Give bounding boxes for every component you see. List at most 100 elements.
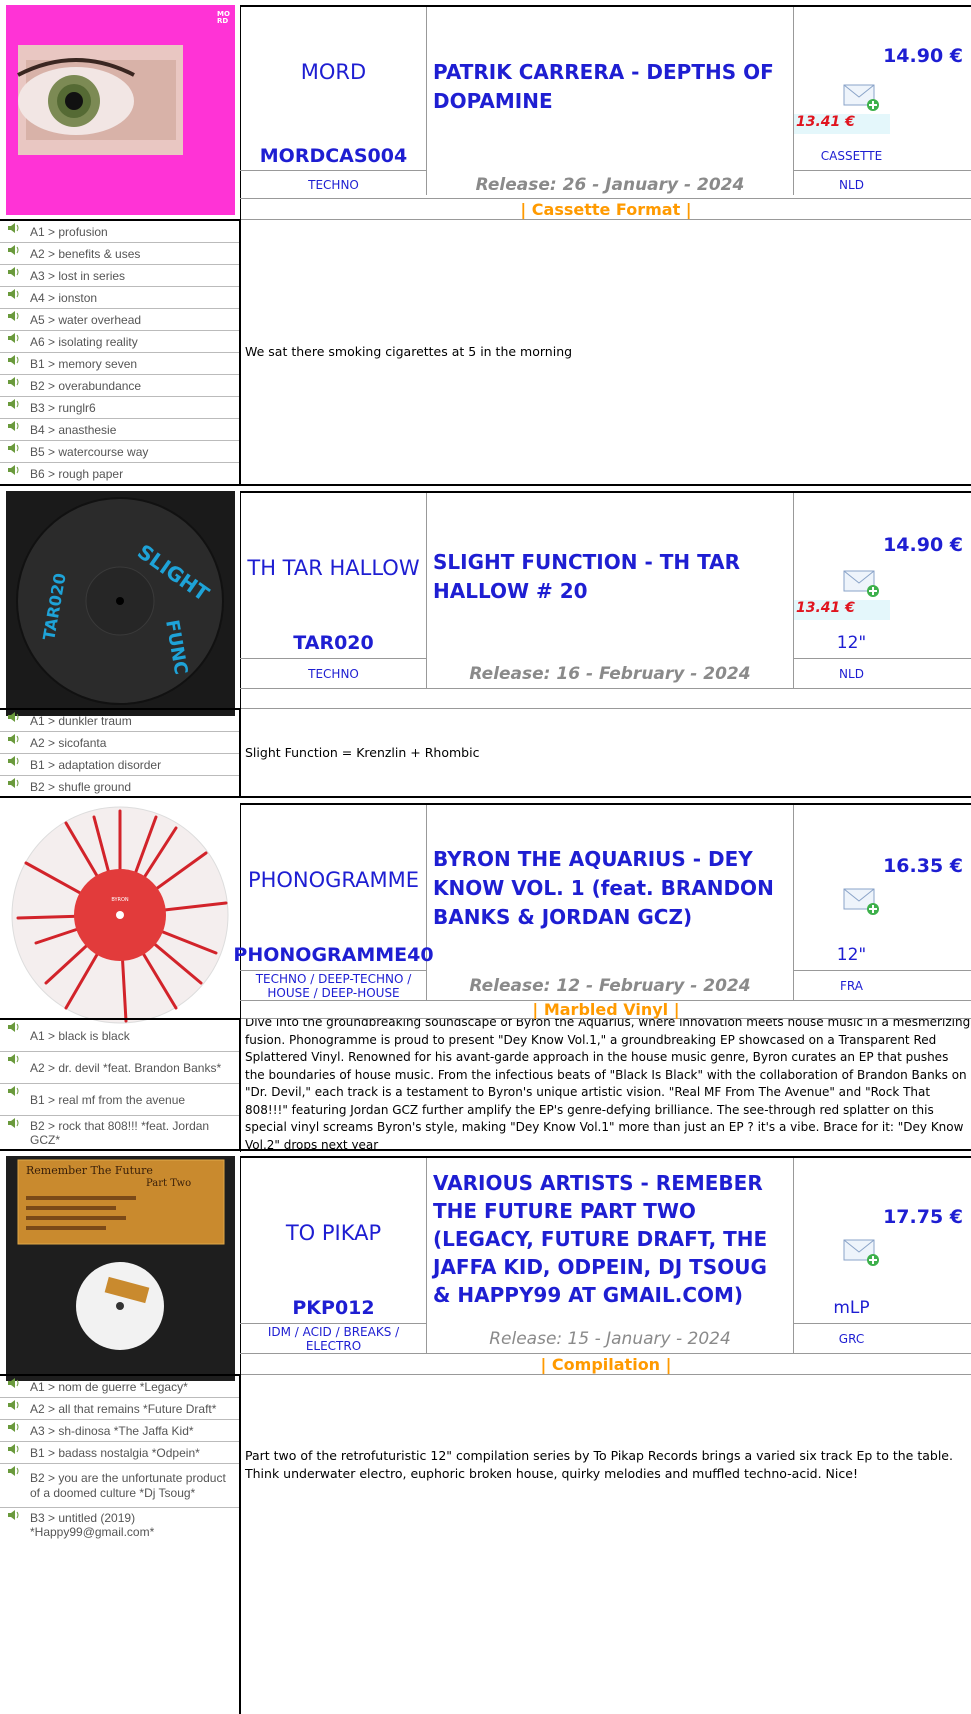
label-name[interactable]: TO PIKAP <box>241 1158 426 1308</box>
track[interactable]: A3 > lost in series <box>0 265 239 287</box>
speaker-icon[interactable] <box>7 222 21 234</box>
track[interactable]: B1 > badass nostalgia *Odpein* <box>0 1442 239 1464</box>
speaker-icon[interactable] <box>7 288 21 300</box>
track[interactable]: A2 > sicofanta <box>0 732 239 754</box>
speaker-icon[interactable] <box>7 266 21 278</box>
price[interactable]: 14.90 € <box>794 45 971 67</box>
speaker-icon[interactable] <box>7 442 21 454</box>
speaker-icon[interactable] <box>7 1399 21 1411</box>
country: FRA <box>840 978 863 993</box>
speaker-icon[interactable] <box>7 1377 21 1389</box>
cover-image[interactable]: SLIGHT FUNC TAR020 <box>6 491 235 716</box>
speaker-icon[interactable] <box>7 1085 21 1097</box>
catalog-number[interactable]: PHONOGRAMME40 <box>233 940 433 970</box>
format: 12" <box>836 945 867 965</box>
track[interactable]: A2 > all that remains *Future Draft* <box>0 1398 239 1420</box>
speaker-icon[interactable] <box>7 354 21 366</box>
cover-image[interactable]: MO RD <box>6 5 235 215</box>
speaker-icon[interactable] <box>7 376 21 388</box>
release-title[interactable]: VARIOUS ARTISTS - REMEBER THE FUTURE PAR… <box>427 1169 793 1309</box>
release-title[interactable]: BYRON THE AQUARIUS - DEY KNOW VOL. 1 (fe… <box>427 845 793 932</box>
track-title: A3 > sh-dinosa *The Jaffa Kid* <box>30 1423 194 1438</box>
speaker-icon[interactable] <box>7 398 21 410</box>
description: Part two of the retrofuturistic 12" comp… <box>245 1448 953 1481</box>
speaker-icon[interactable] <box>7 755 21 767</box>
track[interactable]: B3 > runglr6 <box>0 397 239 419</box>
speaker-icon[interactable] <box>7 1421 21 1433</box>
speaker-icon[interactable] <box>7 420 21 432</box>
track[interactable]: A6 > isolating reality <box>0 331 239 353</box>
release-title[interactable]: PATRIK CARRERA - DEPTHS OF DOPAMINE <box>427 58 793 116</box>
price[interactable]: 17.75 € <box>794 1206 971 1228</box>
price[interactable]: 14.90 € <box>794 534 971 556</box>
cover-image[interactable]: Remember The Future Part Two <box>6 1156 235 1381</box>
track[interactable]: A4 > ionston <box>0 287 239 309</box>
label-name[interactable]: TH TAR HALLOW <box>241 493 426 643</box>
catalog-number[interactable]: PKP012 <box>241 1293 426 1323</box>
speaker-icon[interactable] <box>7 1509 21 1521</box>
speaker-icon[interactable] <box>7 1465 21 1477</box>
track[interactable]: B2 > rock that 808!!! *feat. Jordan GCZ* <box>0 1116 239 1150</box>
compilation-artwork: Remember The Future Part Two <box>6 1156 235 1381</box>
splatter-vinyl-artwork: BYRON <box>11 806 229 1024</box>
genre[interactable]: TECHNO <box>241 171 426 198</box>
cover-title: Remember The Future <box>26 1164 153 1177</box>
add-to-cart-icon[interactable] <box>843 568 879 598</box>
add-to-cart-icon[interactable] <box>843 1237 879 1267</box>
track-title: B1 > adaptation disorder <box>30 757 162 772</box>
genre[interactable]: TECHNO <box>241 659 426 688</box>
speaker-icon[interactable] <box>7 1443 21 1455</box>
track[interactable]: B3 > untitled (2019) *Happy99@gmail.com* <box>0 1508 239 1542</box>
track[interactable]: A3 > sh-dinosa *The Jaffa Kid* <box>0 1420 239 1442</box>
genre[interactable]: IDM / ACID / BREAKS / ELECTRO <box>241 1324 426 1353</box>
track[interactable]: B4 > anasthesie <box>0 419 239 441</box>
track[interactable]: B2 > overabundance <box>0 375 239 397</box>
format-note <box>241 689 971 708</box>
speaker-icon[interactable] <box>7 332 21 344</box>
price[interactable]: 16.35 € <box>794 855 971 877</box>
track[interactable]: A1 > black is black <box>0 1020 239 1052</box>
speaker-icon[interactable] <box>7 464 21 476</box>
speaker-icon[interactable] <box>7 711 21 723</box>
track[interactable]: B5 > watercourse way <box>0 441 239 463</box>
release-card: Remember The Future Part Two TO PIKAP VA… <box>0 1151 971 1714</box>
track-title: B1 > memory seven <box>30 356 138 371</box>
format-note: | Marbled Vinyl | <box>532 1000 680 1019</box>
cover-image[interactable]: BYRON <box>6 803 235 1028</box>
speaker-icon[interactable] <box>7 1117 21 1129</box>
format: 12" <box>836 633 867 653</box>
genre[interactable]: TECHNO / DEEP-TECHNO / HOUSE / DEEP-HOUS… <box>241 971 426 1000</box>
speaker-icon[interactable] <box>7 733 21 745</box>
track[interactable]: A2 > dr. devil *feat. Brandon Banks* <box>0 1052 239 1084</box>
speaker-icon[interactable] <box>7 1021 21 1033</box>
track-title: B3 > untitled (2019) *Happy99@gmail.com* <box>30 1511 155 1539</box>
track[interactable]: B1 > adaptation disorder <box>0 754 239 776</box>
add-to-cart-icon[interactable] <box>843 82 879 112</box>
track[interactable]: A2 > benefits & uses <box>0 243 239 265</box>
release-title[interactable]: SLIGHT FUNCTION - TH TAR HALLOW # 20 <box>427 548 793 606</box>
track-title: A1 > black is black <box>30 1028 130 1043</box>
speaker-icon[interactable] <box>7 1053 21 1065</box>
discount-price: 13.41 € <box>794 600 890 620</box>
track[interactable]: A5 > water overhead <box>0 309 239 331</box>
track[interactable]: B1 > memory seven <box>0 353 239 375</box>
track[interactable]: A1 > dunkler traum <box>0 710 239 732</box>
track[interactable]: A1 > nom de guerre *Legacy* <box>0 1376 239 1398</box>
track[interactable]: B2 > you are the unfortunate product of … <box>0 1464 239 1508</box>
catalog-number[interactable]: MORDCAS004 <box>241 141 426 170</box>
release-card: MO RD MORD PATRIK CARRERA - DEPTHS OF DO… <box>0 0 971 486</box>
label-name[interactable]: PHONOGRAMME <box>241 805 426 955</box>
speaker-icon[interactable] <box>7 310 21 322</box>
add-to-cart-icon[interactable] <box>843 886 879 916</box>
speaker-icon[interactable] <box>7 777 21 789</box>
track-title: A1 > dunkler traum <box>30 713 132 728</box>
catalog-number[interactable]: TAR020 <box>241 628 426 658</box>
format: mLP <box>833 1298 870 1318</box>
track[interactable]: A1 > profusion <box>0 221 239 243</box>
track[interactable]: B6 > rough paper <box>0 463 239 485</box>
track[interactable]: B2 > shufle ground <box>0 776 239 798</box>
track[interactable]: B1 > real mf from the avenue <box>0 1084 239 1116</box>
description: We sat there smoking cigarettes at 5 in … <box>245 344 573 359</box>
label-name[interactable]: MORD <box>241 7 426 137</box>
speaker-icon[interactable] <box>7 244 21 256</box>
